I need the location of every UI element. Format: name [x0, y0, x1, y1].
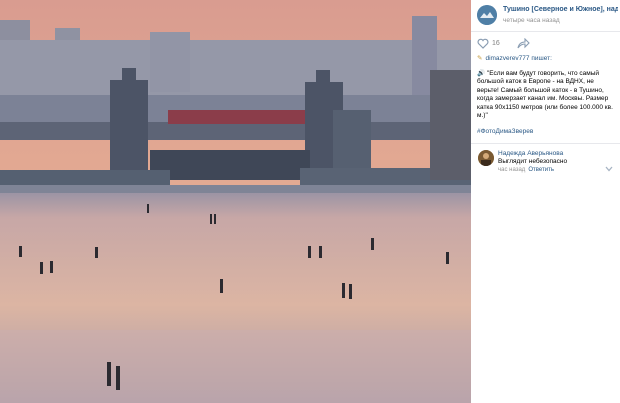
post-time[interactable]: четыре часа назад: [503, 17, 560, 24]
post-actions: 16: [477, 37, 617, 51]
like-button[interactable]: [477, 38, 489, 51]
comment-text: Выглядит небезопасно: [498, 158, 568, 165]
canal-photo-image: [0, 0, 471, 403]
share-button[interactable]: [517, 37, 530, 51]
divider: [471, 31, 620, 32]
user-photo-icon: [478, 150, 494, 166]
comment-menu-button[interactable]: [605, 166, 613, 174]
group-avatar[interactable]: [477, 5, 497, 25]
comment-meta: час назад Ответить: [498, 167, 554, 173]
post-panel: Тушино [Северное и Южное], наде... четыр…: [471, 0, 620, 403]
group-logo-icon: [477, 5, 497, 25]
comment-avatar[interactable]: [478, 150, 494, 166]
like-count: 16: [492, 40, 500, 47]
post-photo[interactable]: [0, 0, 471, 403]
pencil-icon: ✎: [477, 55, 483, 62]
post-author-line: ✎ dimazverev777 пишет:: [477, 54, 617, 62]
divider: [471, 143, 620, 144]
comment-time[interactable]: час назад: [498, 167, 525, 173]
post-text: 🔊 "Если вам будут говорить, что самый бо…: [477, 70, 613, 120]
post-header: Тушино [Северное и Южное], наде... четыр…: [477, 4, 618, 26]
share-icon: [517, 37, 530, 49]
group-name-link[interactable]: Тушино [Северное и Южное], наде...: [503, 6, 618, 13]
heart-icon: [477, 38, 489, 49]
chevron-down-icon: [605, 166, 613, 172]
comment-author[interactable]: Надежда Аверьянова: [498, 150, 563, 157]
reply-link[interactable]: Ответить: [528, 167, 554, 173]
author-name[interactable]: dimazverev777 пишет:: [485, 55, 551, 62]
hashtag-link[interactable]: #ФотоДимаЗверев: [477, 128, 533, 135]
